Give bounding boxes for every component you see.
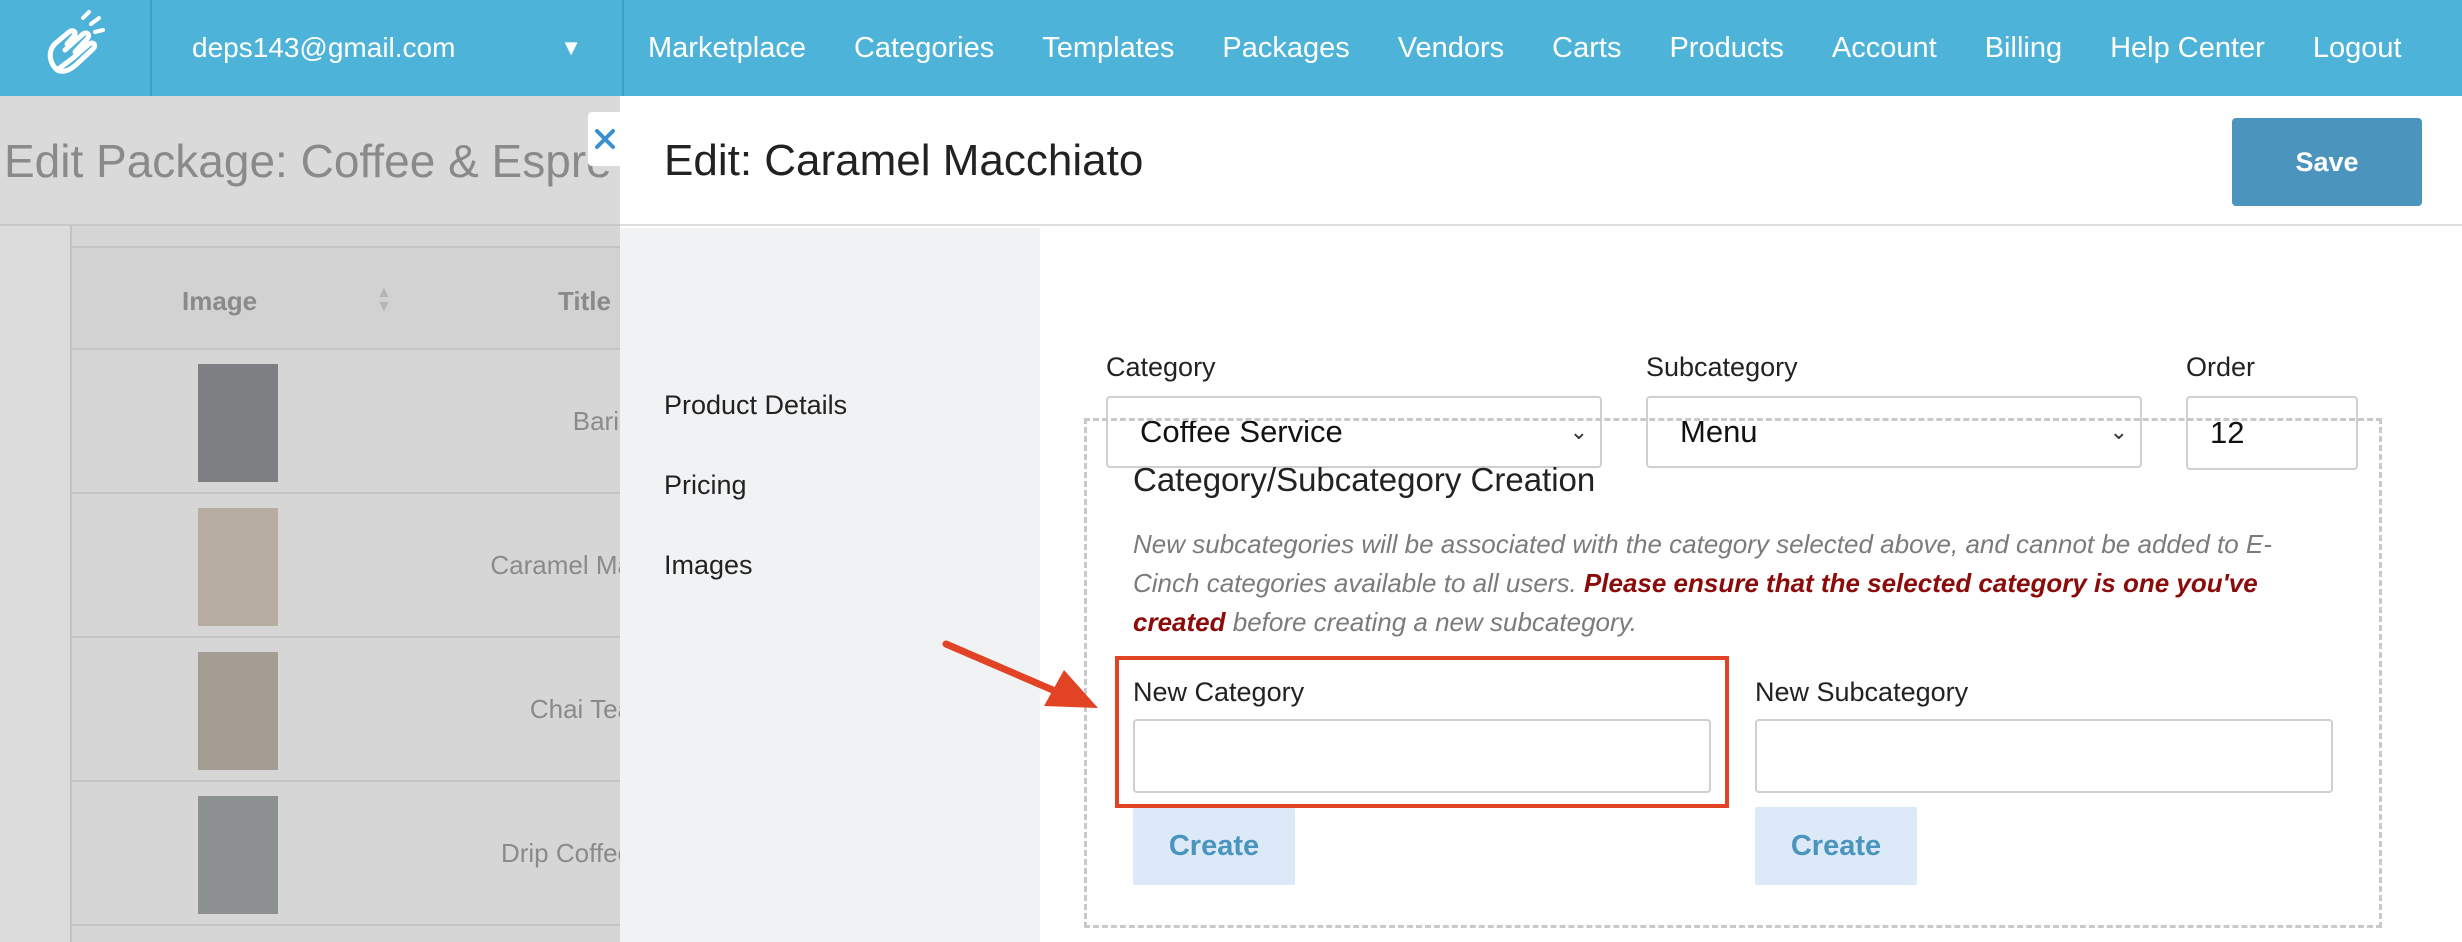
category-label: Category (1106, 352, 1216, 382)
create-category-button[interactable]: Create (1133, 807, 1295, 885)
background-page-header: Edit Package: Coffee & Espre (0, 96, 620, 226)
table-row: Caramel Ma (72, 494, 632, 638)
modal-header: Edit: Caramel Macchiato Save (620, 96, 2462, 226)
caret-down-icon: ▼ (560, 35, 582, 60)
new-subcategory-label: New Subcategory (1755, 677, 1969, 707)
nav-link-billing[interactable]: Billing (1985, 32, 2062, 65)
app-logo[interactable] (0, 0, 152, 96)
new-subcategory-input[interactable] (1755, 719, 2333, 793)
order-label: Order (2186, 352, 2256, 382)
annotation-highlight-box (1115, 656, 1729, 808)
nav-link-vendors[interactable]: Vendors (1398, 32, 1504, 65)
background-page-title: Edit Package: Coffee & Espre (4, 135, 612, 187)
column-header-title: Title (558, 286, 611, 316)
close-modal-button[interactable] (588, 112, 622, 166)
sidebar-item-product-details[interactable]: Product Details (664, 390, 847, 421)
table-row: Chai Tea (72, 638, 632, 782)
nav-link-packages[interactable]: Packages (1222, 32, 1349, 65)
nav-link-products[interactable]: Products (1669, 32, 1783, 65)
creation-panel-title: Category/Subcategory Creation (1133, 461, 1596, 498)
nav-link-logout[interactable]: Logout (2313, 32, 2402, 65)
hand-logo-icon (47, 10, 105, 74)
table-row: Drip Coffee (72, 782, 632, 926)
product-thumbnail (198, 364, 278, 482)
nav-link-carts[interactable]: Carts (1552, 32, 1621, 65)
close-icon (595, 129, 615, 149)
row-title: Caramel Ma (490, 550, 632, 580)
product-thumbnail (198, 652, 278, 770)
product-thumbnail (198, 508, 278, 626)
main-nav-links: Marketplace Categories Templates Package… (624, 0, 2402, 96)
nav-link-account[interactable]: Account (1832, 32, 1937, 65)
account-dropdown[interactable]: deps143@gmail.com ▼ (152, 0, 624, 96)
column-header-image: Image (182, 286, 258, 316)
top-nav-bar: deps143@gmail.com ▼ Marketplace Categori… (0, 0, 2462, 96)
modal-title: Edit: Caramel Macchiato (664, 136, 1144, 185)
sidebar-item-images[interactable]: Images (664, 550, 753, 581)
create-subcategory-button[interactable]: Create (1755, 807, 1917, 885)
subcategory-label: Subcategory (1646, 352, 1798, 382)
save-button[interactable]: Save (2232, 118, 2422, 206)
nav-link-marketplace[interactable]: Marketplace (648, 32, 806, 65)
nav-link-templates[interactable]: Templates (1042, 32, 1174, 65)
sidebar-item-pricing[interactable]: Pricing (664, 470, 747, 501)
background-page-overlay: Edit Package: Coffee & Espre Image ▲ ▼ Ti… (0, 96, 632, 942)
row-title: Chai Tea (529, 694, 632, 724)
modal-content: Category Coffee Service ⌄ Subcategory Me… (1040, 228, 2462, 942)
creation-note-end: before creating a new subcategory. (1232, 607, 1637, 637)
creation-help-text: New subcategories will be associated wit… (1133, 525, 2333, 642)
table-header: Image ▲ ▼ Title (72, 246, 632, 350)
edit-product-modal: Edit: Caramel Macchiato Save Product Det… (620, 96, 2462, 942)
modal-sidebar: Product Details Pricing Images (620, 228, 1040, 942)
sort-icon: ▲ ▼ (376, 284, 392, 315)
table-row: Baris (72, 350, 632, 494)
account-email: deps143@gmail.com (192, 32, 456, 63)
product-thumbnail (198, 796, 278, 914)
background-products-table: Image ▲ ▼ Title Baris Caramel Ma Chai Tea… (70, 226, 632, 942)
nav-link-help-center[interactable]: Help Center (2110, 32, 2265, 65)
nav-link-categories[interactable]: Categories (854, 32, 994, 65)
row-title: Drip Coffee (500, 838, 632, 868)
